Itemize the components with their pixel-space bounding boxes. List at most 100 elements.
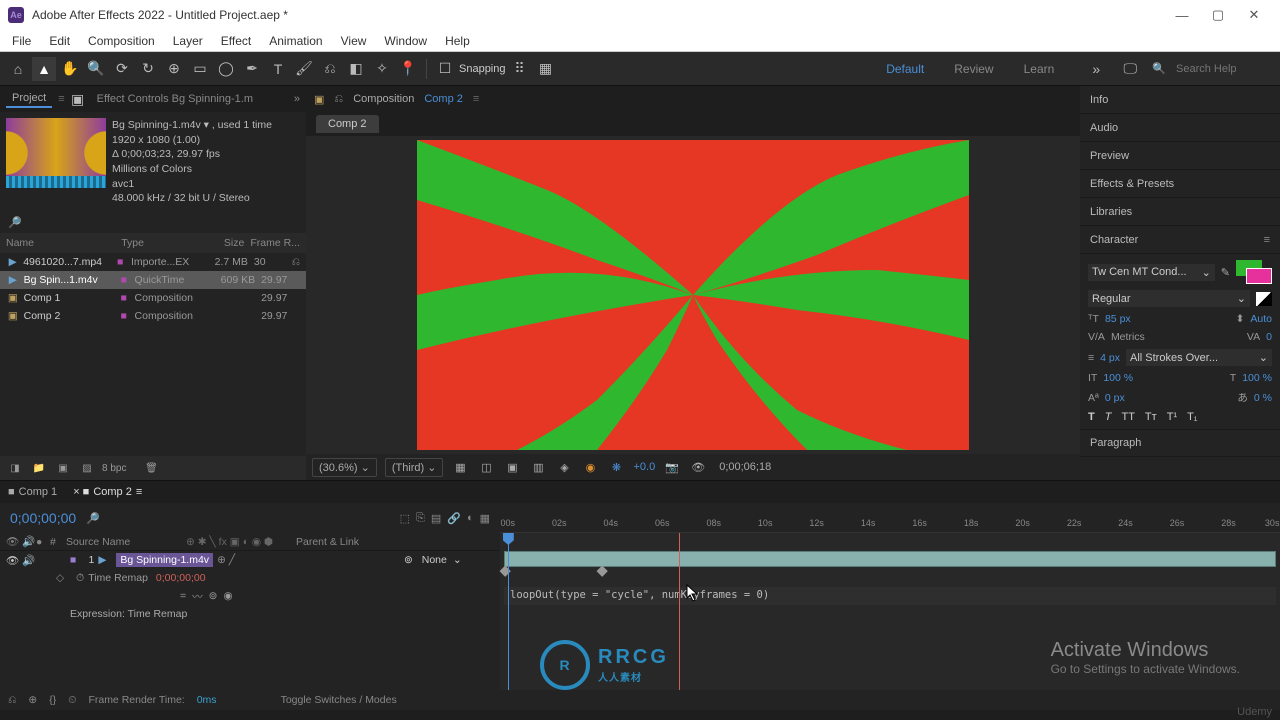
breadcrumb-active[interactable]: Comp 2: [424, 93, 463, 105]
trash-icon[interactable]: 🗑: [142, 463, 160, 474]
tsume[interactable]: 0 %: [1254, 392, 1272, 404]
col-framerate[interactable]: Frame R...: [250, 237, 300, 249]
footer-icon[interactable]: {}: [49, 694, 56, 706]
3d-icon[interactable]: ◈: [555, 461, 573, 474]
menu-window[interactable]: Window: [376, 32, 435, 50]
italic-button[interactable]: T: [1105, 411, 1112, 423]
rotate-tool-icon[interactable]: ↻: [136, 57, 160, 81]
snap-option-icon[interactable]: ⠿: [508, 57, 532, 81]
bw-swatch[interactable]: [1256, 292, 1272, 306]
tracking[interactable]: 0: [1266, 331, 1272, 343]
tab-effect-controls[interactable]: Effect Controls Bg Spinning-1.m: [91, 91, 259, 107]
visibility-toggle[interactable]: 👁: [6, 554, 18, 567]
menu-file[interactable]: File: [4, 32, 39, 50]
panel-preview[interactable]: Preview: [1080, 142, 1280, 170]
col-size[interactable]: Size: [203, 237, 251, 249]
timeline-ruler[interactable]: 00s 02s 04s 06s 08s 10s 12s 14s 16s 18s …: [500, 503, 1280, 533]
flowchart-icon[interactable]: ⎌: [334, 93, 343, 106]
pickwhip-icon[interactable]: ⊚: [404, 554, 413, 566]
more-workspaces-icon[interactable]: »: [1084, 57, 1108, 81]
new-comp-icon[interactable]: ▣: [54, 463, 72, 474]
font-style-dropdown[interactable]: Regular⌄: [1088, 290, 1250, 307]
panel-info[interactable]: Info: [1080, 86, 1280, 114]
allcaps-button[interactable]: TT: [1121, 411, 1134, 423]
anchor-tool-icon[interactable]: ⊕: [162, 57, 186, 81]
ellipse-tool-icon[interactable]: ◯: [214, 57, 238, 81]
snap-grid-icon[interactable]: ▦: [534, 57, 558, 81]
maximize-button[interactable]: ▢: [1200, 7, 1236, 23]
snapping-checkbox[interactable]: ☐: [433, 57, 457, 81]
workspace-learn[interactable]: Learn: [1024, 62, 1055, 76]
grid-icon[interactable]: ▦: [451, 461, 469, 474]
puppet-tool-icon[interactable]: 📍: [396, 57, 420, 81]
expr-graph-icon[interactable]: 〰: [192, 589, 203, 604]
menu-effect[interactable]: Effect: [213, 32, 259, 50]
stroke-swatch[interactable]: [1246, 268, 1272, 284]
layer-color[interactable]: ■: [70, 554, 76, 566]
project-row[interactable]: ▣ Comp 1 ■ Composition 29.97: [0, 289, 306, 307]
project-row[interactable]: ▣ Comp 2 ■ Composition 29.97: [0, 307, 306, 325]
colormgmt-icon[interactable]: ❋: [607, 461, 625, 474]
col-name[interactable]: Name: [6, 237, 105, 249]
comp-tab[interactable]: Comp 2: [316, 115, 379, 133]
menu-layer[interactable]: Layer: [165, 32, 211, 50]
footage-thumbnail[interactable]: [6, 118, 106, 188]
footer-icon[interactable]: ⎌: [8, 694, 16, 707]
expression-field[interactable]: loopOut(type = "cycle", numKeyframes = 0…: [504, 587, 1276, 605]
smallcaps-button[interactable]: Tᴛ: [1145, 411, 1157, 423]
project-row[interactable]: ▶ Bg Spin...1.m4v ■ QuickTime 609 KB 29.…: [0, 271, 306, 289]
project-search-icon[interactable]: 🔎: [8, 217, 22, 229]
layer-row[interactable]: 👁 🔊 ■ 1 ▶ Bg Spinning-1.m4v ⊕ ╱ ⊚ None⌄: [0, 551, 500, 569]
orbit-tool-icon[interactable]: ⟳: [110, 57, 134, 81]
col-type[interactable]: Type: [121, 237, 202, 249]
stroke-width[interactable]: 4 px: [1100, 352, 1120, 364]
timeline-search-icon[interactable]: 🔎: [86, 512, 100, 525]
snapshot-icon[interactable]: 📷: [663, 461, 681, 474]
show-snapshot-icon[interactable]: 👁: [689, 461, 707, 474]
selection-tool-icon[interactable]: ▲: [32, 57, 56, 81]
keyframe[interactable]: [500, 566, 511, 577]
expr-pickwhip-icon[interactable]: ⊚: [209, 590, 218, 602]
keyframe[interactable]: [597, 566, 608, 577]
panel-character-header[interactable]: Character≡: [1080, 226, 1280, 254]
project-row[interactable]: ▶ 4961020...7.mp4 ■ Importe...EX 2.7 MB …: [0, 253, 306, 271]
expr-menu-icon[interactable]: ◉: [223, 590, 232, 602]
minimize-button[interactable]: —: [1164, 8, 1200, 23]
kerning[interactable]: Metrics: [1111, 331, 1145, 343]
menu-help[interactable]: Help: [437, 32, 478, 50]
zoom-dropdown[interactable]: (30.6%) ⌄: [312, 458, 377, 477]
layer-name[interactable]: Bg Spinning-1.m4v: [116, 553, 213, 567]
font-family-dropdown[interactable]: Tw Cen MT Cond...⌄: [1088, 264, 1215, 281]
search-input[interactable]: [1176, 63, 1266, 75]
workspace-review[interactable]: Review: [954, 62, 993, 76]
sync-icon[interactable]: 🖵: [1118, 57, 1142, 81]
expr-toggle-icon[interactable]: =: [180, 590, 186, 602]
menu-animation[interactable]: Animation: [261, 32, 330, 50]
tl-icon-4[interactable]: 🔗: [447, 512, 461, 525]
parent-dropdown[interactable]: None: [416, 554, 453, 566]
panel-audio[interactable]: Audio: [1080, 114, 1280, 142]
footer-icon[interactable]: ⊕: [28, 694, 37, 706]
panel-paragraph[interactable]: Paragraph: [1080, 429, 1280, 457]
tl-icon-5[interactable]: ◐: [467, 512, 474, 525]
menu-composition[interactable]: Composition: [80, 32, 163, 50]
type-tool-icon[interactable]: T: [266, 57, 290, 81]
quality-dropdown[interactable]: (Third) ⌄: [385, 458, 444, 477]
toggle-switches[interactable]: Toggle Switches / Modes: [281, 694, 397, 706]
tl-icon-3[interactable]: ▤: [431, 512, 441, 525]
new-folder-icon[interactable]: 📁: [30, 463, 48, 474]
composition-canvas[interactable]: [417, 140, 969, 450]
layer-bar[interactable]: [504, 551, 1276, 567]
tl-icon-graph[interactable]: ▦: [480, 512, 490, 525]
timeline-tab-comp1[interactable]: ■ Comp 1: [8, 486, 57, 498]
menu-view[interactable]: View: [333, 32, 375, 50]
tl-icon-1[interactable]: ⬚: [400, 512, 410, 525]
hand-tool-icon[interactable]: ✋: [58, 57, 82, 81]
bold-button[interactable]: T: [1088, 411, 1095, 423]
bit-depth[interactable]: 8 bpc: [102, 463, 126, 474]
audio-toggle[interactable]: 🔊: [22, 554, 36, 567]
tl-icon-2[interactable]: ⎘: [416, 512, 425, 525]
clone-tool-icon[interactable]: ⎌: [318, 57, 342, 81]
timeline-tab-comp2[interactable]: × ■ Comp 2 ≡: [73, 486, 142, 498]
eraser-tool-icon[interactable]: ◧: [344, 57, 368, 81]
